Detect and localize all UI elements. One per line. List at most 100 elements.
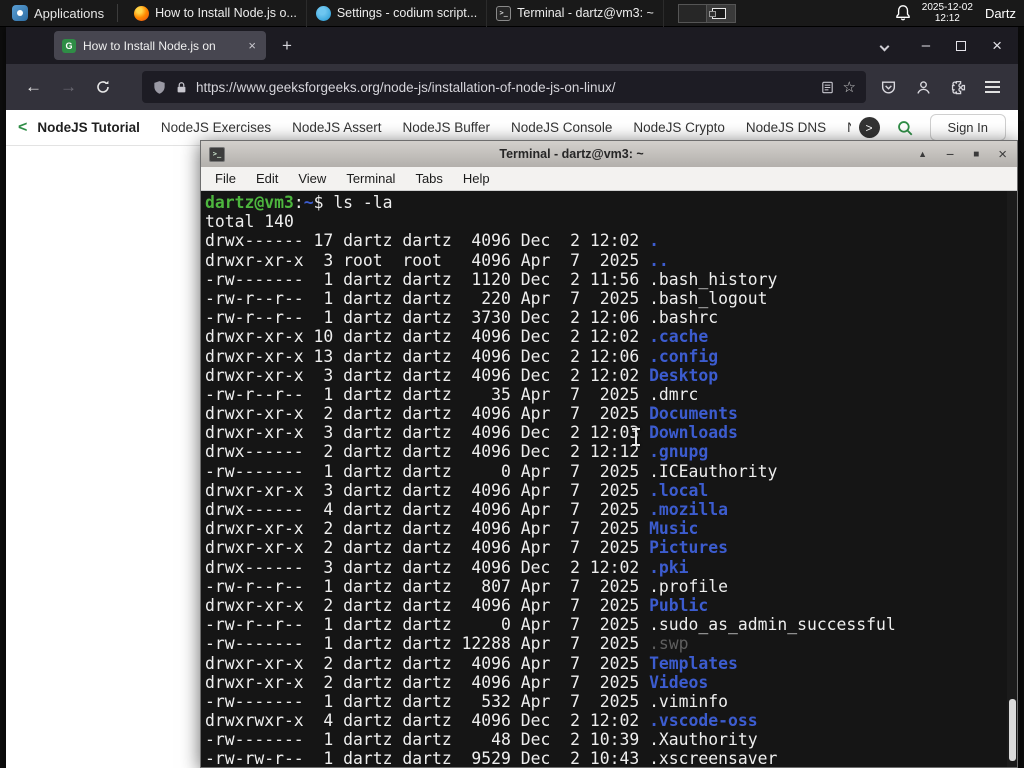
workspace-1[interactable] xyxy=(678,4,707,22)
terminal-title: Terminal - dartz@vm3: ~ xyxy=(499,147,644,161)
ls-line: -rw------- 1 dartz dartz 48 Dec 2 10:39 … xyxy=(205,730,1017,749)
terminal-minimize-button[interactable]: − xyxy=(946,146,954,162)
gfg-nav-link[interactable]: NodeJS DNS xyxy=(746,120,826,135)
codium-icon xyxy=(315,5,331,21)
firefox-window-controls: – × xyxy=(922,36,1002,56)
ls-line-name: .bash_history xyxy=(649,269,778,289)
ls-line-meta: drwx------ 4 dartz dartz 4096 Apr 7 2025 xyxy=(205,500,650,519)
reload-button[interactable] xyxy=(86,79,120,95)
pocket-icon[interactable] xyxy=(880,79,897,96)
ls-line: -rw-r--r-- 1 dartz dartz 220 Apr 7 2025 … xyxy=(205,289,1017,308)
ls-line-name: .profile xyxy=(649,576,729,596)
terminal-maximize-button[interactable]: ■ xyxy=(973,149,979,160)
ls-line: drwx------ 4 dartz dartz 4096 Apr 7 2025… xyxy=(205,500,1017,519)
account-icon[interactable] xyxy=(915,79,932,96)
ls-line-name: .pki xyxy=(649,557,689,577)
workspace-switcher[interactable] xyxy=(677,3,736,23)
ls-line-name: .swp xyxy=(649,634,689,654)
extensions-puzzle-icon[interactable] xyxy=(950,79,967,96)
terminal-scrollbar-thumb[interactable] xyxy=(1009,699,1016,761)
ls-line-name: .dmrc xyxy=(649,384,699,404)
ls-line-name: Videos xyxy=(649,672,709,692)
ls-line-name: .Xauthority xyxy=(649,730,758,750)
terminal-menu-file[interactable]: File xyxy=(205,167,246,191)
menu-hamburger-icon[interactable] xyxy=(985,81,1000,93)
terminal-menu-terminal[interactable]: Terminal xyxy=(336,167,405,191)
panel-window-button[interactable]: >_ Terminal - dartz@vm3: ~ xyxy=(487,0,664,27)
ls-line: drwxr-xr-x 2 dartz dartz 4096 Apr 7 2025… xyxy=(205,404,1017,423)
terminal-menu-tabs[interactable]: Tabs xyxy=(405,167,452,191)
ls-line-meta: drwxr-xr-x 2 dartz dartz 4096 Apr 7 2025 xyxy=(205,538,650,558)
prompt-command: ls -la xyxy=(333,193,393,212)
terminal-close-button[interactable]: × xyxy=(998,146,1007,163)
gfg-nav-link[interactable]: Node xyxy=(847,120,850,135)
gfg-nav-link[interactable]: NodeJS Tutorial xyxy=(37,120,140,135)
ls-line-name: .bash_logout xyxy=(649,288,768,308)
terminal-scrollbar[interactable] xyxy=(1007,191,1017,767)
prompt-user-host: dartz@vm3 xyxy=(205,193,294,212)
url-text[interactable]: https://www.geeksforgeeks.org/node-js/in… xyxy=(196,80,812,95)
gfg-nav-right: > Sign In xyxy=(858,114,1006,141)
ls-line-meta: drwx------ 2 dartz dartz 4096 Dec 2 12:1… xyxy=(205,442,650,462)
ls-line: drwxr-xr-x 2 dartz dartz 4096 Apr 7 2025… xyxy=(205,673,1017,692)
notification-bell-icon[interactable] xyxy=(894,4,912,22)
ls-line-name: .sudo_as_admin_successful xyxy=(649,615,896,635)
close-button[interactable]: × xyxy=(992,36,1002,56)
gfg-nav-link[interactable]: NodeJS Exercises xyxy=(161,120,271,135)
clock-time: 12:12 xyxy=(934,13,960,24)
new-tab-button[interactable]: + xyxy=(276,36,298,56)
tab-close-icon[interactable]: × xyxy=(246,38,258,53)
gfg-nav-links: NodeJS Tutorial NodeJS Exercises NodeJS As… xyxy=(37,120,850,135)
applications-icon xyxy=(12,5,28,21)
terminal-titlebar[interactable]: >_ Terminal - dartz@vm3: ~ ▲ − ■ × xyxy=(201,141,1017,167)
minimize-button[interactable]: – xyxy=(922,37,930,54)
ls-line-meta: drwx------ 17 dartz dartz 4096 Dec 2 12:… xyxy=(205,231,650,251)
browser-tab[interactable]: G How to Install Node.js on × xyxy=(54,31,266,60)
url-bar[interactable]: https://www.geeksforgeeks.org/node-js/in… xyxy=(142,71,866,103)
gfg-scroll-left-icon[interactable]: < xyxy=(18,119,27,137)
firefox-nav-toolbar: ← → https://www.geeksforgeeks.org/node-j… xyxy=(6,64,1018,110)
ls-line-meta: -rw-r--r-- 1 dartz dartz 807 Apr 7 2025 xyxy=(205,576,650,596)
shade-button[interactable]: ▲ xyxy=(918,149,927,159)
lock-icon[interactable] xyxy=(175,81,188,94)
gfg-nav-link[interactable]: NodeJS Console xyxy=(511,120,612,135)
ls-line: drwxr-xr-x 2 dartz dartz 4096 Apr 7 2025… xyxy=(205,538,1017,557)
ls-line: -rw------- 1 dartz dartz 532 Apr 7 2025 … xyxy=(205,692,1017,711)
ls-line-meta: -rw------- 1 dartz dartz 1120 Dec 2 11:5… xyxy=(205,269,650,289)
ls-line-name: .bashrc xyxy=(649,308,719,328)
applications-menu-button[interactable]: Applications xyxy=(6,0,110,27)
ls-line: drwxr-xr-x 3 dartz dartz 4096 Dec 2 12:0… xyxy=(205,366,1017,385)
ls-line-meta: -rw------- 1 dartz dartz 48 Dec 2 10:39 xyxy=(205,730,650,750)
sign-in-button[interactable]: Sign In xyxy=(929,114,1006,141)
forward-button[interactable]: → xyxy=(51,77,86,97)
gfg-favicon-icon: G xyxy=(62,38,76,53)
gfg-search-icon[interactable] xyxy=(896,119,914,137)
terminal-icon: >_ xyxy=(496,5,512,21)
gfg-nav-link[interactable]: NodeJS Assert xyxy=(292,120,381,135)
shield-icon[interactable] xyxy=(152,80,167,95)
panel-clock[interactable]: 2025-12-02 12:12 xyxy=(922,2,973,24)
reader-mode-icon[interactable] xyxy=(820,80,835,95)
panel-window-button[interactable]: How to Install Node.js o... xyxy=(125,0,307,27)
back-button[interactable]: ← xyxy=(16,77,51,97)
ls-line: drwxr-xr-x 3 dartz dartz 4096 Dec 2 12:0… xyxy=(205,423,1017,442)
terminal-menu-help[interactable]: Help xyxy=(453,167,500,191)
panel-window-label: How to Install Node.js o... xyxy=(155,6,297,20)
ls-line-name: Templates xyxy=(649,653,738,673)
terminal-menu-view[interactable]: View xyxy=(288,167,336,191)
ls-line-meta: -rw-r--r-- 1 dartz dartz 220 Apr 7 2025 xyxy=(205,288,650,308)
terminal-menu-edit[interactable]: Edit xyxy=(246,167,288,191)
maximize-button[interactable] xyxy=(956,40,967,51)
gfg-scroll-right-icon[interactable]: > xyxy=(858,117,880,138)
terminal-total-line: total 140 xyxy=(205,212,294,232)
ls-line: -rw-r--r-- 1 dartz dartz 35 Apr 7 2025 .… xyxy=(205,385,1017,404)
gfg-nav-link[interactable]: NodeJS Crypto xyxy=(633,120,725,135)
terminal-prompt-line: dartz@vm3:~$ ls -la xyxy=(205,193,1017,212)
panel-window-button[interactable]: Settings - codium script... xyxy=(307,0,488,27)
list-all-tabs-icon[interactable] xyxy=(877,33,892,59)
workspace-2[interactable] xyxy=(706,4,735,22)
gfg-nav-link[interactable]: NodeJS Buffer xyxy=(402,120,490,135)
terminal-screen[interactable]: dartz@vm3:~$ ls -la total 140 drwx------… xyxy=(201,191,1017,767)
bookmark-star-icon[interactable]: ☆ xyxy=(843,78,856,96)
ls-line-meta: -rw-r--r-- 1 dartz dartz 35 Apr 7 2025 xyxy=(205,384,650,404)
